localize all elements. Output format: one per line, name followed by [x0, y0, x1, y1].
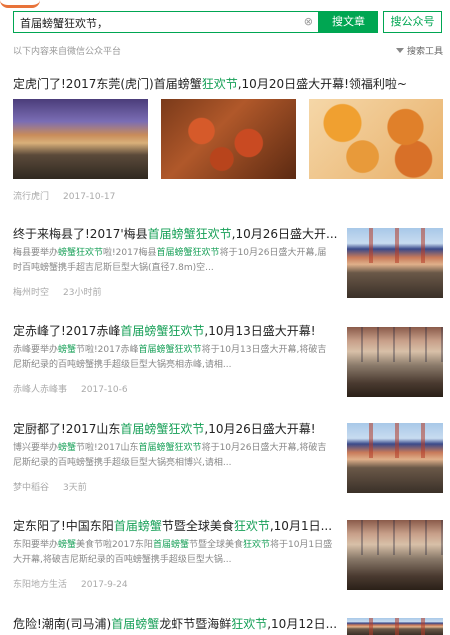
result-summary: 赤峰要举办螃蟹节啦!2017赤峰首届螃蟹狂欢节将于10月13日盛大开幕,将破吉尼…: [13, 345, 327, 370]
search-articles-button[interactable]: 搜文章: [319, 11, 378, 33]
result-image-row: [13, 99, 443, 179]
title-highlight: 狂欢节: [201, 77, 238, 91]
result-item: 定赤峰了!2017赤峰首届螃蟹狂欢节,10月13日盛大开幕! 赤峰要举办螃蟹节啦…: [13, 323, 443, 403]
search-tools-label: 搜索工具: [406, 47, 443, 57]
night-festival-photo[interactable]: [13, 99, 148, 179]
result-meta: 梦中稻谷 3天前: [13, 480, 87, 493]
result-meta: 梅州时空 23小时前: [13, 285, 101, 298]
result-item: 危险!潮南(司马浦)首届螃蟹龙虾节暨海鲜狂欢节,10月12日...: [13, 616, 443, 635]
crabs-photo[interactable]: [161, 99, 296, 179]
result-title[interactable]: 定厨都了!2017山东首届螃蟹狂欢节,10月26日盛大开幕!: [13, 421, 338, 437]
result-summary: 梅县要举办螃蟹狂欢节啦!2017梅县首届螃蟹狂欢节将于10月26日盛大开幕,届时…: [13, 248, 327, 273]
search-tools-button[interactable]: 搜索工具: [395, 44, 443, 57]
title-highlight: 首届螃蟹狂欢节: [120, 324, 205, 338]
title-text: 定虎门了!2017东莞(虎门)首届螃蟹: [13, 77, 202, 91]
result-thumbnail[interactable]: [347, 228, 443, 298]
result-item: 定厨都了!2017山东首届螃蟹狂欢节,10月26日盛大开幕! 博兴要举办螃蟹节啦…: [13, 421, 443, 501]
filter-icon: [395, 48, 404, 53]
publish-date: 23小时前: [63, 288, 102, 298]
title-text: 终于来梅县了!2017'梅县: [13, 227, 148, 241]
publish-date: 2017-10-17: [63, 192, 116, 202]
result-thumbnail[interactable]: [347, 618, 443, 635]
result-meta: 流行虎门 2017-10-17: [13, 189, 115, 202]
title-text: ,10月13日盛大开幕!: [204, 324, 316, 338]
title-highlight: 狂欢节: [231, 617, 268, 631]
source-account[interactable]: 流行虎门: [13, 192, 49, 202]
result-thumbnail[interactable]: [347, 520, 443, 590]
title-text: 危险!潮南(司马浦): [13, 617, 112, 631]
source-account[interactable]: 梦中稻谷: [13, 483, 49, 493]
cooked-crab-dishes-photo[interactable]: [309, 99, 443, 179]
source-notice: 以下内容来自微信公众平台: [13, 47, 122, 57]
result-meta: 东阳地方生活 2017-9-24: [13, 577, 128, 590]
title-text: 定东阳了!中国东阳: [13, 519, 114, 533]
result-thumbnail[interactable]: [347, 423, 443, 493]
result-title[interactable]: 定赤峰了!2017赤峰首届螃蟹狂欢节,10月13日盛大开幕!: [13, 323, 338, 339]
title-text: ,10月1日...: [269, 519, 333, 533]
title-highlight: 首届螃蟹: [113, 519, 162, 533]
search-box[interactable]: ⊗: [13, 11, 319, 33]
source-account[interactable]: 东阳地方生活: [13, 580, 67, 590]
title-text: ,10月26日盛大开...: [231, 227, 338, 241]
result-item: 定东阳了!中国东阳首届螃蟹节暨全球美食狂欢节,10月1日... 东阳要举办螃蟹美…: [13, 518, 443, 598]
title-highlight: 首届螃蟹: [111, 617, 160, 631]
source-account[interactable]: 梅州时空: [13, 288, 49, 298]
result-meta: 赤峰人赤峰事 2017-10-6: [13, 382, 128, 395]
search-input[interactable]: [14, 13, 294, 33]
title-highlight: 狂欢节: [233, 519, 270, 533]
title-text: 定赤峰了!2017赤峰: [13, 324, 121, 338]
result-item: 定虎门了!2017东莞(虎门)首届螃蟹狂欢节,10月20日盛大开幕!领福利啦~ …: [13, 76, 443, 206]
logo: [0, 0, 40, 8]
title-text: 节暨全球美食: [161, 519, 234, 533]
publish-date: 3天前: [63, 483, 87, 493]
title-text: ,10月26日盛大开幕!: [204, 422, 316, 436]
result-title[interactable]: 终于来梅县了!2017'梅县首届螃蟹狂欢节,10月26日盛大开...: [13, 226, 338, 242]
title-text: ,10月20日盛大开幕!领福利啦~: [237, 77, 407, 91]
title-text: 定厨都了!2017山东: [13, 422, 121, 436]
title-text: 龙虾节暨海鲜: [159, 617, 232, 631]
search-header: ⊗ 搜文章 搜公众号: [0, 0, 450, 40]
title-highlight: 首届螃蟹狂欢节: [120, 422, 205, 436]
result-notice-bar: 以下内容来自微信公众平台 搜索工具: [13, 44, 443, 58]
result-title[interactable]: 定虎门了!2017东莞(虎门)首届螃蟹狂欢节,10月20日盛大开幕!领福利啦~: [13, 76, 443, 92]
result-thumbnail[interactable]: [347, 327, 443, 397]
title-highlight: 首届螃蟹狂欢节: [147, 227, 232, 241]
result-summary: 东阳要举办螃蟹美食节啦2017东阳首届螃蟹节暨全球美食狂欢节将于10月1日盛大开…: [13, 540, 333, 565]
result-title[interactable]: 危险!潮南(司马浦)首届螃蟹龙虾节暨海鲜狂欢节,10月12日...: [13, 616, 338, 632]
title-text: ,10月12日...: [267, 617, 338, 631]
source-account[interactable]: 赤峰人赤峰事: [13, 385, 67, 395]
result-title[interactable]: 定东阳了!中国东阳首届螃蟹节暨全球美食狂欢节,10月1日...: [13, 518, 338, 534]
result-item: 终于来梅县了!2017'梅县首届螃蟹狂欢节,10月26日盛大开... 梅县要举办…: [13, 226, 443, 306]
publish-date: 2017-9-24: [81, 580, 128, 590]
clear-icon[interactable]: ⊗: [304, 15, 313, 28]
search-accounts-button[interactable]: 搜公众号: [383, 11, 442, 33]
publish-date: 2017-10-6: [81, 385, 128, 395]
result-summary: 博兴要举办螃蟹节啦!2017山东首届螃蟹狂欢节将于10月26日盛大开幕,将破吉尼…: [13, 443, 327, 468]
